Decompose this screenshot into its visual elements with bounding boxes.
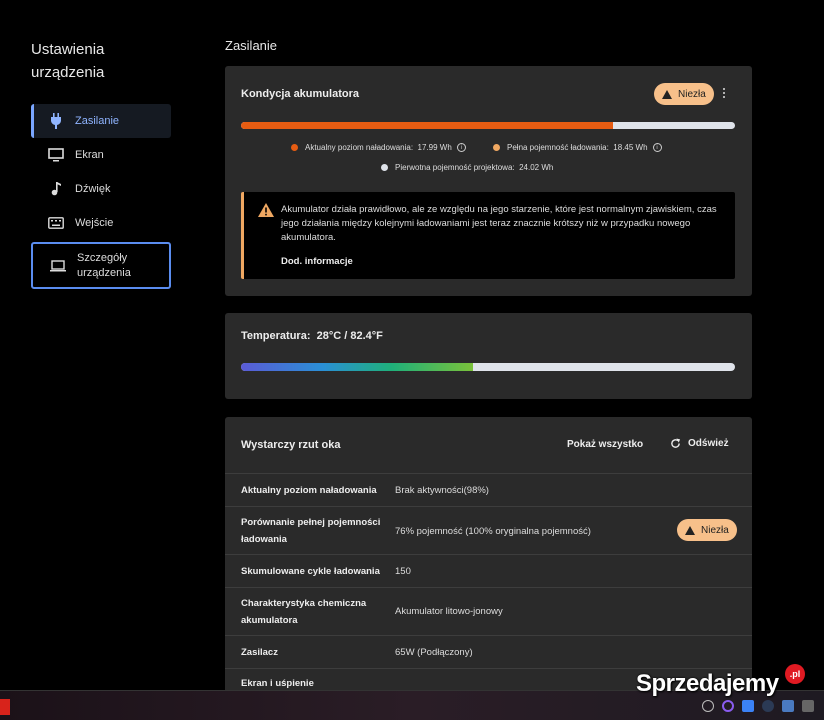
row-key: Zasilacz [241,647,278,658]
sidebar-nav: Zasilanie Ekran Dźwięk Wejście Szczegóły… [31,104,171,289]
info-icon[interactable]: i [652,143,662,152]
status-badge-label: Niezła [678,88,706,100]
monitor-icon [47,146,65,164]
legend-label: Aktualny poziom naładowania: [305,143,414,152]
refresh-button[interactable]: Odśwież [670,438,729,449]
table-row: Porównanie pełnej pojemności ładowania 7… [225,506,752,554]
more-info-link[interactable]: Dod. informacje [281,256,353,267]
legend-value: 17.99 Wh [417,143,452,152]
link-icon[interactable] [702,700,714,712]
battery-health-card: Kondycja akumulatora Niezła Aktualny poz… [225,66,752,296]
table-row: Charakterystyka chemiczna akumulatora Ak… [225,587,752,635]
status-badge-label: Niezła [701,524,729,536]
status-badge: Niezła [677,519,737,541]
sidebar-item-label: Dźwięk [75,183,111,195]
battery-capacity-bar [241,122,735,129]
row-value: 65W (Podłączony) [395,647,473,658]
row-key: Skumulowane cykle ładowania [241,566,380,577]
app-tray-icon[interactable] [742,700,754,712]
row-value: 150 [395,566,411,577]
system-tray [702,700,814,712]
app-tray-icon[interactable] [802,700,814,712]
app-tray-icon[interactable] [722,700,734,712]
table-row: Aktualny poziom naładowania Brak aktywno… [225,473,752,506]
refresh-label: Odśwież [688,438,729,449]
sidebar-item-ekran[interactable]: Ekran [31,138,171,172]
warning-icon [258,203,274,222]
overview-card: Wystarczy rzut oka Pokaż wszystko Odświe… [225,417,752,697]
legend-full: Pełna pojemność ładowania: 18.45 Wh i [493,143,662,152]
battery-health-heading: Kondycja akumulatora [241,88,359,100]
legend-label: Pierwotna pojemność projektowa: [395,163,515,172]
temperature-bar [241,363,735,371]
row-key: Aktualny poziom naładowania [241,485,377,496]
sidebar-item-label: Zasilanie [75,115,120,127]
legend-current: Aktualny poziom naładowania: 17.99 Wh i [291,143,466,152]
row-key: Charakterystyka chemiczna akumulatora [241,598,367,626]
table-row: Skumulowane cykle ładowania 150 [225,554,752,587]
legend-value: 24.02 Wh [519,163,554,172]
watermark-logo: Sprzedajemy [636,670,779,697]
sidebar: Ustawienia urządzenia Zasilanie Ekran Dź… [0,0,200,690]
legend-design: Pierwotna pojemność projektowa: 24.02 Wh [381,163,553,172]
temperature-label: Temperatura: [241,330,311,342]
row-value: Brak aktywności(98%) [395,485,489,496]
status-badge: Niezła [654,83,714,105]
table-row: Zasilacz 65W (Podłączony) [225,635,752,668]
music-note-icon [47,180,65,198]
temperature-fill [241,363,474,371]
overview-table: Aktualny poziom naładowania Brak aktywno… [225,473,752,698]
temperature-value: 28°C / 82.4°F [316,330,383,342]
row-value: 76% pojemność (100% oryginalna pojemność… [395,526,591,537]
warning-icon [662,89,672,99]
sidebar-item-label: Ekran [75,149,104,161]
temperature-heading: Temperatura: 28°C / 82.4°F [241,330,383,342]
legend-value: 18.45 Wh [613,143,648,152]
info-icon[interactable]: i [456,143,466,152]
laptop-icon [49,257,67,275]
sidebar-item-dzwiek[interactable]: Dźwięk [31,172,171,206]
plug-icon [47,112,65,130]
temperature-card: Temperatura: 28°C / 82.4°F [225,313,752,399]
refresh-icon [670,438,681,449]
warning-icon [685,525,695,535]
overview-heading: Wystarczy rzut oka [241,439,341,451]
more-options-icon[interactable] [722,88,726,100]
steam-icon[interactable] [762,700,774,712]
sidebar-item-wejscie[interactable]: Wejście [31,206,171,240]
show-all-button[interactable]: Pokaż wszystko [567,439,643,450]
alert-message: Akumulator działa prawidłowo, ale ze wzg… [281,204,717,243]
keyboard-icon [47,214,65,232]
legend-dot [493,144,500,151]
watermark-badge: .pl [785,664,805,684]
app-icon[interactable] [0,699,10,715]
app-tray-icon[interactable] [782,700,794,712]
battery-capacity-fill [241,122,613,129]
page-title: Zasilanie [225,38,278,53]
battery-alert: Akumulator działa prawidłowo, ale ze wzg… [241,192,735,279]
legend-label: Pełna pojemność ładowania: [507,143,609,152]
sidebar-item-szczegoly-urzadzenia[interactable]: Szczegóły urządzenia [31,242,171,289]
sidebar-item-label: Wejście [75,217,114,229]
sidebar-title: Ustawienia urządzenia [31,41,105,81]
row-value: Akumulator litowo-jonowy [395,606,503,617]
legend-dot [381,164,388,171]
sidebar-item-label: Szczegóły urządzenia [77,251,131,279]
sidebar-item-zasilanie[interactable]: Zasilanie [31,104,171,138]
row-key: Porównanie pełnej pojemności ładowania [241,517,381,545]
legend-dot [291,144,298,151]
